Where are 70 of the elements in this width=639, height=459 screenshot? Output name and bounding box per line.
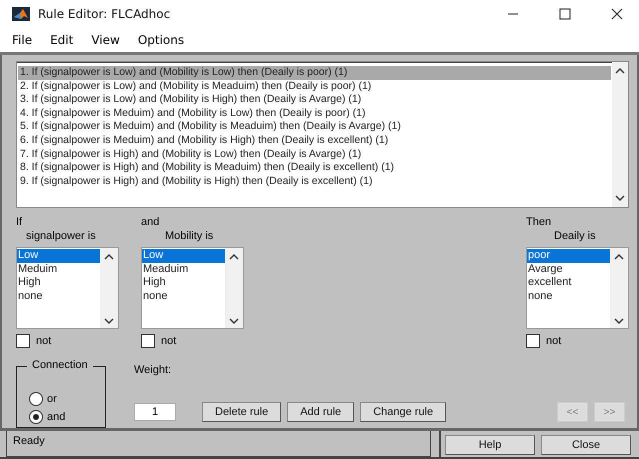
list-item[interactable]: none bbox=[527, 290, 610, 303]
list-item[interactable]: Meaduim bbox=[142, 262, 225, 276]
menu-item[interactable]: Options bbox=[138, 32, 184, 47]
window-title: Rule Editor: FLCAdhoc bbox=[38, 6, 170, 21]
rule-item[interactable]: 7. If (signalpower is High) and (Mobility is Low) then (Deaily is Avarge) (1) bbox=[18, 148, 611, 162]
list-item[interactable]: Meduim bbox=[17, 262, 100, 276]
scrollbar[interactable] bbox=[225, 248, 243, 328]
list-item[interactable]: Avarge bbox=[527, 262, 610, 276]
list-item[interactable]: none bbox=[17, 290, 100, 303]
scroll-down-icon[interactable] bbox=[104, 318, 114, 324]
close-icon[interactable] bbox=[611, 8, 623, 20]
list-item[interactable]: none bbox=[142, 290, 225, 303]
weight-label: Weight: bbox=[134, 364, 172, 376]
scroll-up-icon[interactable] bbox=[615, 68, 625, 74]
radio-label: and bbox=[47, 411, 66, 423]
variable-label: signalpower is bbox=[25, 229, 97, 243]
weight-field[interactable]: 1 bbox=[134, 403, 176, 421]
variable-heading: If bbox=[16, 216, 24, 229]
scrollbar[interactable] bbox=[100, 248, 118, 328]
list-item[interactable]: High bbox=[142, 276, 225, 290]
rule-item[interactable]: 5. If (signalpower is Meduim) and (Mobility is Meaduim) then (Deaily is Avarge) (1) bbox=[18, 120, 611, 134]
rule-item[interactable]: 3. If (signalpower is Low) and (Mobility is High) then (Deaily is Avarge) (1) bbox=[18, 93, 611, 107]
menu-item[interactable]: Edit bbox=[50, 32, 74, 47]
scrollbar[interactable] bbox=[610, 248, 628, 328]
rules-listbox[interactable] bbox=[16, 61, 629, 208]
rule-item[interactable]: 2. If (signalpower is Low) and (Mobility is Meaduim) then (Deaily is poor) (1) bbox=[18, 80, 611, 94]
scroll-down-icon[interactable] bbox=[615, 195, 625, 201]
footer-button[interactable]: Close bbox=[541, 435, 631, 455]
rule-item[interactable]: 8. If (signalpower is High) and (Mobility is Meaduim) then (Deaily is excellent) (1) bbox=[18, 161, 611, 175]
list-item[interactable]: poor bbox=[527, 249, 610, 262]
rule-item[interactable]: 6. If (signalpower is Meduim) and (Mobility is High) then (Deaily is excellent) (1) bbox=[18, 134, 611, 148]
app-icon bbox=[12, 6, 30, 21]
scroll-up-icon[interactable] bbox=[614, 254, 624, 260]
scroll-up-icon[interactable] bbox=[104, 254, 114, 260]
menu-item[interactable]: File bbox=[12, 32, 32, 47]
not-checkbox[interactable] bbox=[16, 334, 30, 348]
scroll-up-icon[interactable] bbox=[229, 254, 239, 260]
rule-item[interactable]: 9. If (signalpower is High) and (Mobility is High) then (Deaily is excellent) (1) bbox=[18, 174, 611, 188]
list-item[interactable]: excellent bbox=[527, 276, 610, 290]
membership-listbox[interactable]: Low Meduim High none bbox=[16, 247, 119, 329]
not-checkbox[interactable] bbox=[526, 334, 540, 348]
rule-item[interactable]: 1. If (signalpower is Low) and (Mobility is Low) then (Deaily is poor) (1) bbox=[18, 66, 611, 80]
list-item[interactable]: High bbox=[17, 276, 100, 290]
variable-heading: and bbox=[141, 216, 160, 229]
not-checkbox[interactable] bbox=[141, 334, 155, 348]
checkbox-label: not bbox=[161, 335, 176, 347]
list-item[interactable]: Low bbox=[142, 249, 225, 262]
membership-listbox[interactable]: poor Avarge excellent none bbox=[526, 247, 629, 329]
radio-label: or bbox=[47, 393, 57, 405]
action-button[interactable]: Delete rule bbox=[202, 402, 282, 422]
radio-button[interactable] bbox=[29, 392, 43, 406]
list-item[interactable]: Low bbox=[17, 249, 100, 262]
variable-label: Deaily is bbox=[553, 229, 597, 243]
scroll-down-icon[interactable] bbox=[229, 318, 239, 324]
membership-listbox[interactable]: Low Meaduim High none bbox=[141, 247, 244, 329]
group-title: Connection bbox=[27, 359, 93, 371]
scrollbar[interactable] bbox=[612, 62, 628, 207]
status-text: Ready bbox=[13, 435, 45, 447]
maximize-icon[interactable] bbox=[559, 8, 571, 20]
menu-item[interactable]: View bbox=[91, 32, 120, 47]
action-button[interactable]: Change rule bbox=[360, 402, 446, 422]
checkbox-label: not bbox=[36, 335, 52, 347]
footer-button[interactable]: Help bbox=[445, 435, 535, 455]
radio-button[interactable] bbox=[29, 410, 43, 424]
variable-heading: Then bbox=[526, 216, 552, 229]
variable-label: Mobility is bbox=[164, 229, 214, 243]
action-button[interactable]: Add rule bbox=[287, 402, 354, 422]
rule-item[interactable]: 4. If (signalpower is Meduim) and (Mobility is Low) then (Deaily is poor) (1) bbox=[18, 106, 611, 120]
checkbox-label: not bbox=[546, 335, 562, 347]
scroll-down-icon[interactable] bbox=[614, 318, 624, 324]
